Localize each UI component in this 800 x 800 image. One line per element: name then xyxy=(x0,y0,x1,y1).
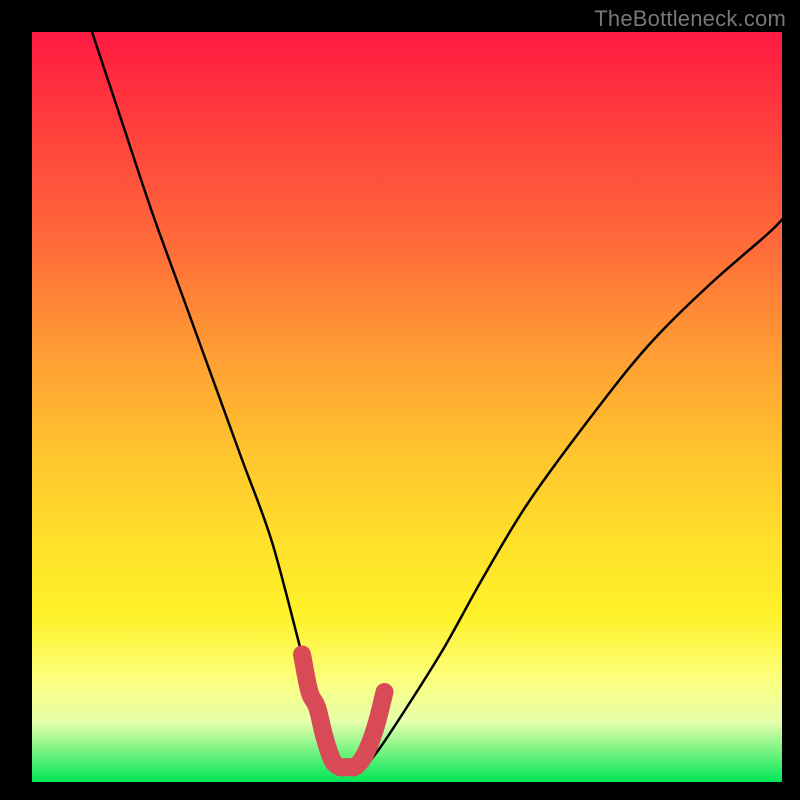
chart-frame: TheBottleneck.com xyxy=(0,0,800,800)
bottleneck-curve xyxy=(92,32,782,769)
chart-svg xyxy=(32,32,782,782)
plot-area xyxy=(32,32,782,782)
watermark-text: TheBottleneck.com xyxy=(594,6,786,32)
sweet-spot-highlight xyxy=(302,655,385,768)
